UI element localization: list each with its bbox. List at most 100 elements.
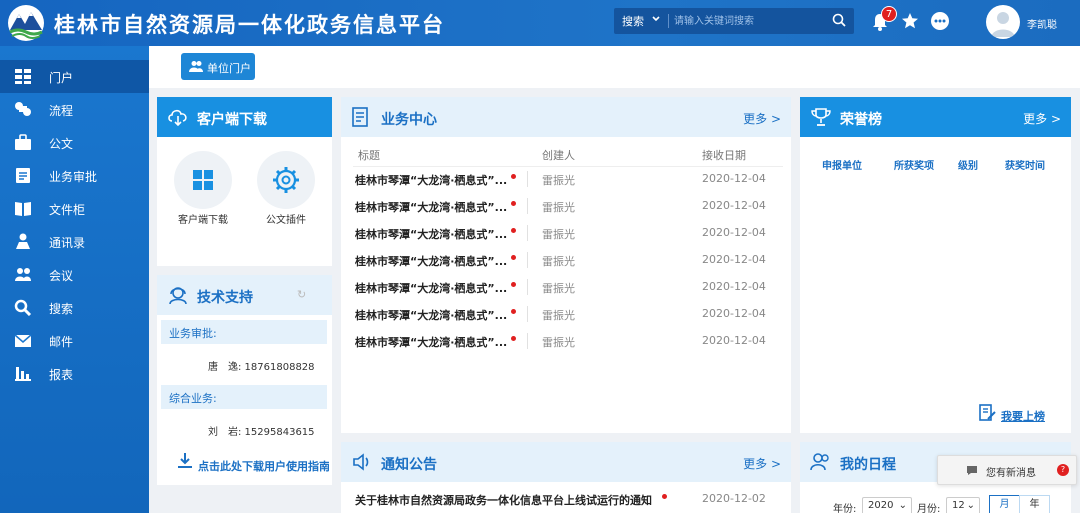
month-select[interactable]: 12 ⌄ bbox=[946, 497, 980, 513]
view-year-button[interactable]: 年 bbox=[1019, 495, 1050, 513]
submit-honor-link[interactable]: 我要上榜 bbox=[1001, 408, 1045, 424]
trophy-icon bbox=[811, 108, 831, 126]
row-title[interactable]: 桂林市琴潭“大龙湾·栖息式”... bbox=[355, 199, 507, 215]
column-divider bbox=[527, 171, 528, 187]
sidebar-item-label: 搜索 bbox=[49, 302, 74, 316]
app-title: 桂林市自然资源局一体化政务信息平台 bbox=[54, 12, 445, 37]
row-title[interactable]: 桂林市琴潭“大龙湾·栖息式”... bbox=[355, 253, 507, 269]
column-divider bbox=[527, 333, 528, 349]
search-type-select[interactable]: 搜索 bbox=[622, 13, 644, 29]
edit-document-icon[interactable] bbox=[979, 404, 996, 421]
honor-column-unit: 申报单位 bbox=[822, 161, 862, 172]
search-icon bbox=[14, 299, 32, 316]
notice-card-title: 通知公告 bbox=[381, 457, 437, 473]
unit-portal-button[interactable]: 单位门户 bbox=[181, 53, 255, 80]
sidebar-item-reports[interactable]: 报表 bbox=[0, 357, 149, 390]
unread-dot bbox=[511, 201, 516, 206]
row-date: 2020-12-04 bbox=[702, 334, 766, 347]
row-date: 2020-12-04 bbox=[702, 199, 766, 212]
sidebar-item-file-cabinet[interactable]: 文件柜 bbox=[0, 192, 149, 225]
search-input[interactable] bbox=[674, 11, 824, 31]
user-icon bbox=[991, 12, 1015, 37]
sidebar-item-portal[interactable]: 门户 bbox=[0, 60, 149, 93]
support-card-title: 技术支持 bbox=[197, 290, 253, 306]
book-icon bbox=[15, 202, 31, 216]
unread-dot bbox=[662, 494, 667, 499]
row-creator: 雷振光 bbox=[542, 228, 575, 241]
notice-more-link[interactable]: 更多 > bbox=[743, 455, 781, 472]
row-creator: 雷振光 bbox=[542, 336, 575, 349]
year-select[interactable]: 2020 ⌄ bbox=[862, 497, 912, 513]
speaker-icon bbox=[353, 453, 369, 471]
avatar[interactable] bbox=[986, 5, 1020, 39]
logo-icon bbox=[8, 5, 44, 41]
row-creator: 雷振光 bbox=[542, 309, 575, 322]
row-title[interactable]: 桂林市琴潭“大龙湾·栖息式”... bbox=[355, 172, 507, 188]
client-download-label[interactable]: 客户端下载 bbox=[178, 211, 228, 226]
year-value: 2020 bbox=[868, 500, 894, 511]
row-date: 2020-12-04 bbox=[702, 172, 766, 185]
notice-item-title[interactable]: 关于桂林市自然资源局政务一体化信息平台上线试运行的通知 bbox=[355, 492, 652, 508]
honor-board-more-link[interactable]: 更多 > bbox=[1023, 110, 1061, 127]
chart-icon bbox=[15, 367, 31, 381]
sidebar-item-mail[interactable]: 邮件 bbox=[0, 324, 149, 357]
briefcase-icon bbox=[15, 134, 31, 150]
users-icon bbox=[810, 453, 829, 471]
users-icon bbox=[189, 61, 203, 72]
column-divider bbox=[527, 225, 528, 241]
unread-dot bbox=[511, 336, 516, 341]
column-divider bbox=[527, 198, 528, 214]
download-icon[interactable] bbox=[177, 452, 193, 468]
view-month-button[interactable]: 月 bbox=[989, 495, 1020, 513]
row-title[interactable]: 桂林市琴潭“大龙湾·栖息式”... bbox=[355, 307, 507, 323]
client-download-button[interactable] bbox=[174, 151, 232, 209]
unread-dot bbox=[511, 282, 516, 287]
chevron-down-icon[interactable] bbox=[651, 14, 661, 24]
toast-message: 您有新消息 bbox=[986, 468, 1036, 479]
honor-board-card: 荣誉榜 更多 > bbox=[800, 97, 1071, 433]
more-icon[interactable] bbox=[931, 12, 949, 30]
sidebar-item-meeting[interactable]: 会议 bbox=[0, 258, 149, 291]
sidebar-item-search[interactable]: 搜索 bbox=[0, 291, 149, 324]
sidebar-item-flow[interactable]: 流程 bbox=[0, 93, 149, 126]
top-header: 桂林市自然资源局一体化政务信息平台 搜索 7 李凯聪 bbox=[0, 0, 1080, 46]
row-title[interactable]: 桂林市琴潭“大龙湾·栖息式”... bbox=[355, 280, 507, 296]
business-center-more-link[interactable]: 更多 > bbox=[743, 110, 781, 127]
new-message-toast[interactable]: 您有新消息 ? bbox=[937, 455, 1077, 485]
notice-card-header: 通知公告 更多 > bbox=[341, 442, 791, 482]
support-contact: 唐 逸: 18761808828 bbox=[208, 362, 315, 373]
sidebar-item-label: 业务审批 bbox=[49, 170, 98, 184]
honor-column-level: 级别 bbox=[958, 161, 978, 172]
user-manual-link[interactable]: 点击此处下载用户使用指南 bbox=[198, 458, 329, 474]
download-card: 客户端下载 客户端下载 公文插件 bbox=[157, 97, 332, 266]
contact-icon bbox=[16, 233, 30, 249]
unread-dot bbox=[511, 228, 516, 233]
support-section-approval: 业务审批: bbox=[161, 320, 327, 344]
sidebar-item-contacts[interactable]: 通讯录 bbox=[0, 225, 149, 258]
refresh-icon[interactable]: ↻ bbox=[297, 288, 306, 301]
row-title[interactable]: 桂林市琴潭“大龙湾·栖息式”... bbox=[355, 226, 507, 242]
column-divider bbox=[527, 306, 528, 322]
row-date: 2020-12-04 bbox=[702, 226, 766, 239]
sidebar-item-label: 会议 bbox=[49, 269, 74, 283]
column-header-creator: 创建人 bbox=[542, 149, 575, 162]
sidebar-item-approval[interactable]: 业务审批 bbox=[0, 159, 149, 192]
mail-icon bbox=[14, 334, 32, 347]
document-plugin-button[interactable] bbox=[257, 151, 315, 209]
document-plugin-label[interactable]: 公文插件 bbox=[266, 211, 306, 226]
row-title[interactable]: 桂林市琴潭“大龙湾·栖息式”... bbox=[355, 334, 507, 350]
star-icon[interactable] bbox=[901, 12, 919, 30]
search-icon[interactable] bbox=[832, 13, 846, 27]
toast-badge: ? bbox=[1057, 464, 1069, 476]
business-center-header: 业务中心 更多 > bbox=[341, 97, 791, 137]
sidebar-item-documents[interactable]: 公文 bbox=[0, 126, 149, 159]
document-list-icon bbox=[352, 107, 368, 127]
row-date: 2020-12-04 bbox=[702, 307, 766, 320]
month-label: 月份: bbox=[917, 504, 941, 513]
user-name[interactable]: 李凯聪 bbox=[1027, 16, 1057, 31]
download-card-header: 客户端下载 bbox=[157, 97, 332, 137]
business-center-title: 业务中心 bbox=[381, 112, 437, 128]
search-divider bbox=[668, 14, 669, 28]
sidebar-item-label: 报表 bbox=[49, 368, 74, 382]
row-creator: 雷振光 bbox=[542, 201, 575, 214]
